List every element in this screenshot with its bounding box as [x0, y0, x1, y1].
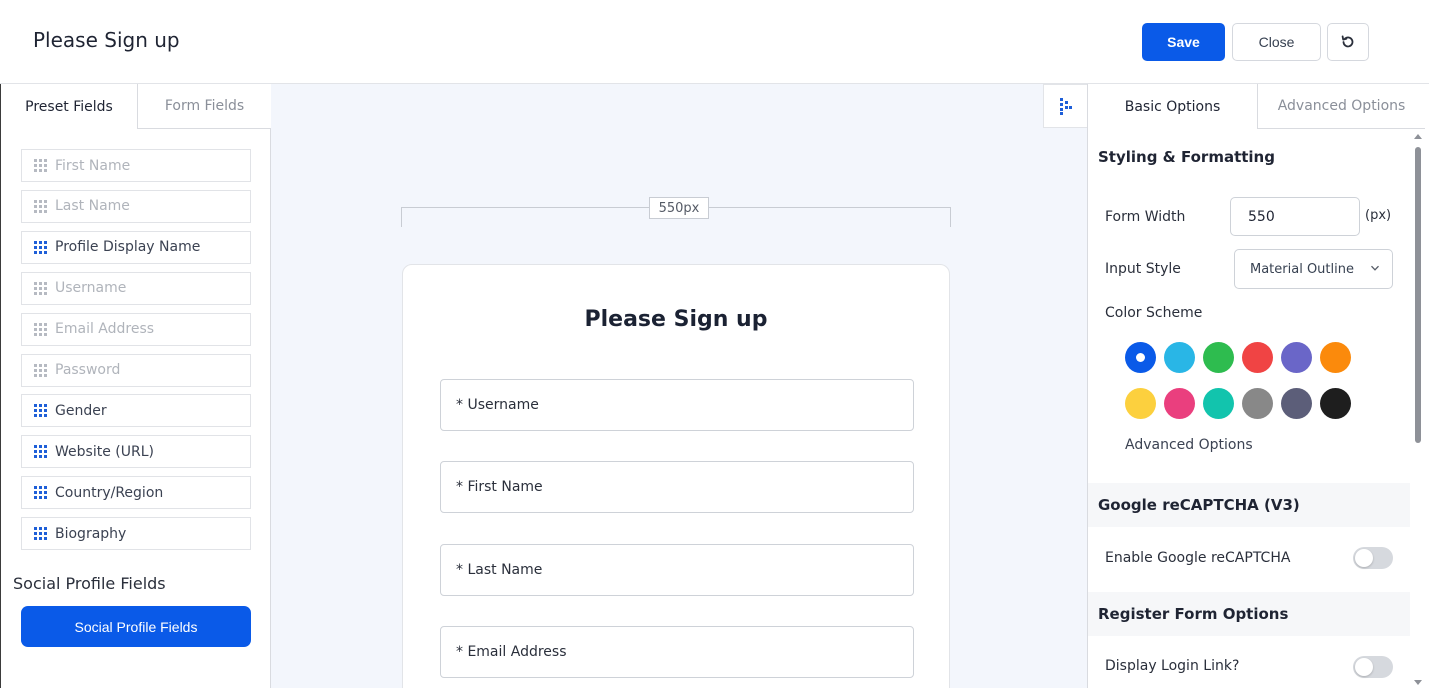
chevron-down-icon [1371, 265, 1379, 271]
right-panel: Basic Options Advanced Options Styling &… [1087, 84, 1429, 688]
close-button[interactable]: Close [1232, 23, 1321, 61]
color-swatch[interactable] [1203, 342, 1234, 373]
tab-advanced-options[interactable]: Advanced Options [1257, 84, 1425, 129]
username-input[interactable]: * Username [440, 379, 914, 431]
social-fields-heading: Social Profile Fields [13, 574, 166, 593]
form-canvas: 550px Please Sign up * Username * First … [271, 84, 1087, 688]
form-width-input[interactable]: 550 [1230, 197, 1360, 236]
preset-field-item[interactable]: Username [21, 271, 251, 305]
color-swatch[interactable] [1281, 388, 1312, 419]
top-header: Please Sign up Save Close [0, 0, 1429, 84]
preset-field-item[interactable]: Biography [21, 517, 251, 551]
login-link-label: Display Login Link? [1105, 658, 1240, 674]
recaptcha-toggle[interactable] [1353, 547, 1393, 569]
email-address-input[interactable]: * Email Address [440, 626, 914, 678]
drag-dots-icon [1059, 98, 1072, 115]
recaptcha-label: Enable Google reCAPTCHA [1105, 550, 1291, 566]
width-ruler: 550px [401, 197, 951, 227]
color-swatch[interactable] [1242, 388, 1273, 419]
right-panel-scrollbar[interactable] [1413, 130, 1425, 688]
panel-drag-handle[interactable] [1043, 84, 1087, 128]
input-style-label: Input Style [1105, 261, 1181, 277]
preset-field-item[interactable]: Email Address [21, 312, 251, 346]
preset-field-item[interactable]: Profile Display Name [21, 230, 251, 264]
grid-drag-icon [34, 527, 47, 541]
grid-drag-icon [34, 445, 47, 459]
left-panel: Preset Fields Form Fields First Name Last… [0, 84, 271, 688]
preset-field-label: Last Name [55, 198, 130, 215]
preset-field-item[interactable]: Last Name [21, 189, 251, 223]
scroll-up-arrow[interactable] [1414, 134, 1422, 139]
preset-field-item[interactable]: Gender [21, 394, 251, 428]
last-name-input[interactable]: * Last Name [440, 544, 914, 596]
grid-drag-icon [34, 322, 47, 336]
undo-icon [1341, 35, 1354, 48]
tab-basic-options[interactable]: Basic Options [1088, 84, 1257, 129]
preset-field-label: Gender [55, 402, 107, 419]
preset-field-label: Country/Region [55, 484, 164, 501]
preset-field-label: Website (URL) [55, 443, 154, 460]
grid-drag-icon [34, 363, 47, 377]
form-title: Please Sign up [584, 307, 768, 332]
color-swatch[interactable] [1242, 342, 1273, 373]
first-name-input[interactable]: * First Name [440, 461, 914, 513]
login-link-toggle[interactable] [1353, 656, 1393, 678]
left-tabs: Preset Fields Form Fields [1, 84, 271, 129]
preset-field-item[interactable]: First Name [21, 149, 251, 182]
grid-drag-icon [34, 486, 47, 500]
register-options-heading: Register Form Options [1088, 592, 1410, 636]
scroll-down-arrow[interactable] [1414, 680, 1422, 685]
reset-button[interactable] [1327, 23, 1369, 61]
preset-field-label: Profile Display Name [55, 239, 201, 256]
color-scheme-label: Color Scheme [1105, 305, 1203, 321]
color-swatch[interactable] [1320, 388, 1351, 419]
color-swatch[interactable] [1320, 342, 1351, 373]
color-swatch[interactable] [1164, 388, 1195, 419]
preset-field-label: Username [55, 280, 127, 297]
save-button[interactable]: Save [1142, 23, 1225, 61]
page-title: Please Sign up [33, 28, 180, 52]
color-swatch[interactable] [1125, 388, 1156, 419]
social-profile-fields-button[interactable]: Social Profile Fields [21, 606, 251, 647]
styling-heading: Styling & Formatting [1088, 135, 1410, 179]
input-style-value: Material Outline [1250, 261, 1354, 277]
recaptcha-heading: Google reCAPTCHA (V3) [1088, 483, 1410, 527]
color-swatch[interactable] [1281, 342, 1312, 373]
grid-drag-icon [34, 404, 47, 418]
color-swatch[interactable] [1125, 342, 1156, 373]
preset-field-label: First Name [55, 157, 131, 174]
preset-field-item[interactable]: Password [21, 353, 251, 387]
preset-field-item[interactable]: Country/Region [21, 476, 251, 510]
color-swatch[interactable] [1203, 388, 1234, 419]
advanced-options-link[interactable]: Advanced Options [1125, 437, 1253, 453]
grid-drag-icon [34, 240, 47, 254]
grid-drag-icon [34, 159, 47, 172]
preset-field-label: Password [55, 362, 121, 378]
preset-field-label: Email Address [55, 321, 155, 338]
preset-field-item[interactable]: Website (URL) [21, 435, 251, 469]
scrollbar-thumb[interactable] [1415, 147, 1421, 443]
color-swatch[interactable] [1164, 342, 1195, 373]
grid-drag-icon [34, 281, 47, 295]
preset-field-label: Biography [55, 525, 127, 542]
tab-form-fields[interactable]: Form Fields [137, 84, 271, 129]
tab-preset-fields[interactable]: Preset Fields [1, 84, 137, 129]
form-preview-card: Please Sign up * Username * First Name *… [402, 264, 950, 688]
input-style-select[interactable]: Material Outline [1234, 249, 1393, 289]
form-width-label: Form Width [1105, 209, 1186, 225]
form-width-unit: (px) [1365, 208, 1392, 223]
grid-drag-icon [34, 199, 47, 213]
width-ruler-label: 550px [649, 197, 709, 219]
